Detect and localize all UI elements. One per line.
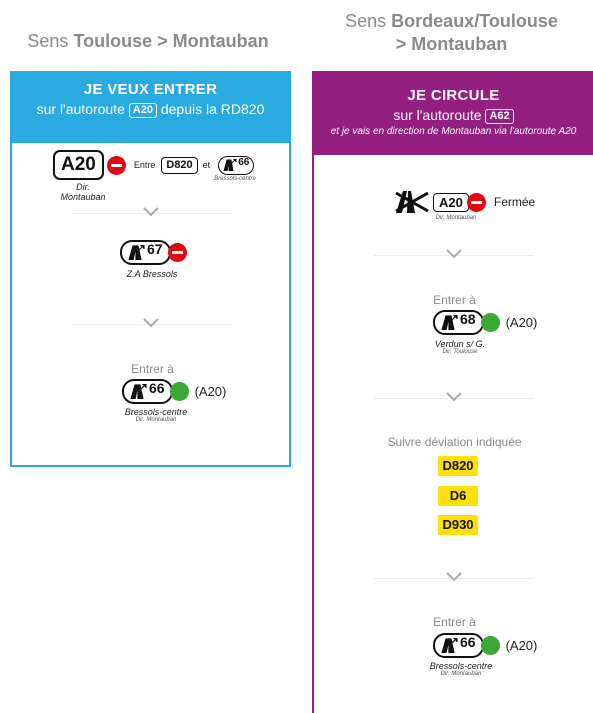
motorway-exit-icon bbox=[441, 315, 458, 330]
motorway-exit-icon bbox=[128, 245, 145, 260]
no-entry-icon bbox=[167, 243, 187, 262]
a20-road-sign: A20 bbox=[53, 150, 104, 180]
open-status-icon bbox=[480, 636, 500, 655]
closed-status-label: Fermée bbox=[493, 195, 536, 209]
right-column-title: Sens Bordeaux/Toulouse > Montauban bbox=[310, 10, 593, 56]
exit-67-sign: 67 bbox=[120, 240, 171, 265]
enter-at-label: Entrer à bbox=[433, 293, 476, 307]
detour-road-d930: D930 bbox=[438, 515, 478, 535]
exit-number: 66 bbox=[238, 156, 250, 168]
road-label: (A20) bbox=[505, 315, 538, 330]
enter-at-label: Entrer à bbox=[131, 362, 174, 376]
no-entry-icon bbox=[466, 192, 486, 212]
exit-number: 67 bbox=[147, 240, 163, 257]
chevron-down-icon bbox=[446, 249, 462, 259]
place-label: Z.A Bressols bbox=[126, 269, 178, 279]
step-a20-closed: A20 Entre D820 et 66 Dir. Montauban Bres… bbox=[53, 150, 256, 202]
road-label: (A20) bbox=[505, 638, 538, 653]
direction-label: Dir. Toulouse bbox=[442, 349, 478, 355]
exit-place-label: Bressols-centre bbox=[214, 176, 256, 182]
motorway-exit-icon bbox=[441, 638, 458, 653]
direction-label: Dir. Montauban bbox=[435, 215, 477, 221]
left-title-bold: Toulouse > Montauban bbox=[73, 31, 269, 51]
right-title-prefix: Sens bbox=[345, 11, 392, 31]
subtitle-text-after: depuis la RD820 bbox=[160, 101, 265, 117]
and-label: et bbox=[202, 160, 211, 170]
a62-tag: A62 bbox=[485, 109, 514, 124]
place-label: Bressols-centre bbox=[124, 407, 188, 417]
left-column-title: Sens Toulouse > Montauban bbox=[0, 30, 296, 53]
detour-road-d820: D820 bbox=[438, 456, 478, 476]
circulate-panel-subtitle: sur l'autoroute A62 bbox=[314, 105, 593, 125]
exit-66-sign: 66 bbox=[122, 379, 173, 404]
open-status-icon bbox=[169, 382, 189, 401]
motorway-exit-icon bbox=[130, 384, 147, 399]
open-status-icon bbox=[480, 313, 500, 332]
step-a20-closed: A20 Fermée Dir. Montauban bbox=[394, 191, 535, 221]
d820-road-sign: D820 bbox=[161, 156, 198, 174]
exit-number: 66 bbox=[460, 633, 476, 650]
circulate-panel: JE CIRCULE sur l'autoroute A62 et je vai… bbox=[312, 71, 593, 713]
circulate-panel-title: JE CIRCULE bbox=[407, 87, 500, 104]
right-title-bold-2: > Montauban bbox=[395, 34, 508, 54]
direction-label: Dir. Montauban bbox=[60, 182, 106, 202]
enter-at-label: Entrer à bbox=[433, 615, 476, 629]
detour-instruction: Suivre déviation indiquée bbox=[387, 435, 522, 449]
enter-panel-header: JE VEUX ENTRER sur l'autoroute A20 depui… bbox=[12, 73, 289, 143]
exit-number: 68 bbox=[460, 310, 476, 327]
exit-number: 66 bbox=[149, 379, 165, 396]
enter-panel-title: JE VEUX ENTRER bbox=[83, 81, 218, 98]
circulate-panel-header: JE CIRCULE sur l'autoroute A62 et je vai… bbox=[314, 73, 593, 155]
place-label: Verdun s/ G. bbox=[434, 339, 486, 349]
subtitle-text-before: sur l'autoroute bbox=[393, 107, 482, 123]
step-exit-68-enter: 68 (A20) Verdun s/ G. Dir. Toulouse bbox=[433, 310, 537, 355]
left-title-prefix: Sens bbox=[27, 31, 74, 51]
step-exit-66-enter: 66 (A20) Bressols-centre Dir. Montauban bbox=[122, 379, 226, 423]
motorway-closed-icon bbox=[395, 191, 429, 213]
circulate-panel-note: et je vais en direction de Montauban via… bbox=[330, 126, 577, 137]
exit-66-sign: 66 bbox=[433, 633, 484, 658]
chevron-down-icon bbox=[446, 392, 462, 402]
subtitle-text-before: sur l'autoroute bbox=[36, 101, 125, 117]
exit-68-sign: 68 bbox=[433, 310, 484, 335]
a20-road-sign: A20 bbox=[433, 192, 469, 212]
step-exit-66-enter: 66 (A20) Bressols-centre Dir. Montauban bbox=[430, 633, 538, 677]
step-exit-67-closed: 67 Z.A Bressols bbox=[120, 240, 192, 279]
direction-label: Dir. Montauban bbox=[135, 417, 177, 423]
chevron-down-icon bbox=[446, 572, 462, 582]
enter-panel: JE VEUX ENTRER sur l'autoroute A20 depui… bbox=[10, 71, 291, 467]
a20-tag: A20 bbox=[128, 103, 157, 118]
exit-66-sign: 66 bbox=[218, 155, 255, 175]
place-label: Bressols-centre bbox=[429, 661, 493, 671]
right-title-bold-1: Bordeaux/Toulouse bbox=[391, 11, 558, 31]
detour-road-d6: D6 bbox=[438, 486, 478, 506]
road-label: (A20) bbox=[194, 384, 227, 399]
direction-label: Dir. Montauban bbox=[440, 671, 482, 677]
chevron-down-icon bbox=[143, 207, 159, 217]
enter-panel-subtitle: sur l'autoroute A20 depuis la RD820 bbox=[12, 99, 289, 119]
no-entry-icon bbox=[106, 155, 126, 175]
motorway-exit-icon bbox=[223, 159, 237, 171]
between-label: Entre bbox=[133, 160, 156, 170]
chevron-down-icon bbox=[143, 318, 159, 328]
